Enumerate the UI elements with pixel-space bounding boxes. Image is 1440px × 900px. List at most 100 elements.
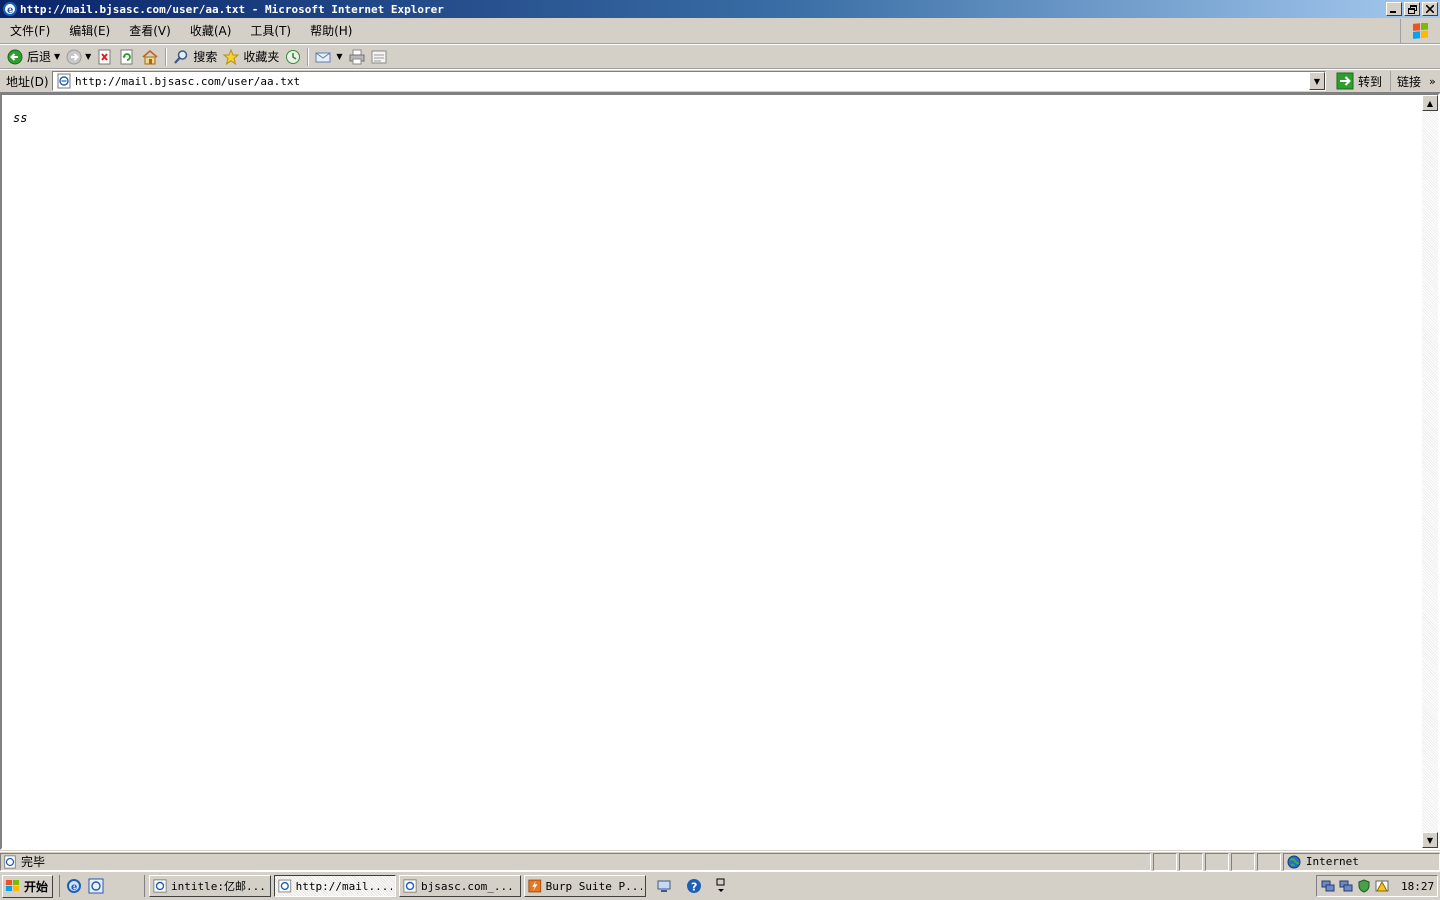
stop-button[interactable] — [94, 46, 116, 68]
task-label: http://mail.... — [295, 879, 393, 893]
globe-icon — [1287, 855, 1301, 868]
ie-icon[interactable]: e — [66, 878, 82, 894]
menu-tools[interactable]: 工具(T) — [240, 21, 300, 41]
network-connection-icon[interactable] — [1339, 879, 1353, 893]
zone-label: Internet — [1305, 855, 1359, 868]
shield-icon[interactable] — [1357, 879, 1371, 893]
network-connection-icon[interactable] — [1321, 879, 1335, 893]
task-button[interactable]: http://mail.... — [274, 875, 397, 897]
go-label: 转到 — [1358, 74, 1383, 89]
home-icon — [142, 49, 158, 64]
go-button[interactable]: 转到 — [1332, 71, 1386, 91]
status-text-panel: 完毕 — [0, 852, 1152, 871]
clock: 18:27 — [1401, 879, 1435, 893]
chevron-right-icon: » — [1429, 74, 1436, 88]
toolbar-separator — [165, 47, 168, 66]
search-label: 搜索 — [193, 50, 218, 64]
task-label: bjsasc.com_... — [421, 879, 514, 893]
security-zone: Internet — [1282, 852, 1440, 871]
scroll-down-button[interactable]: ▼ — [1422, 832, 1438, 848]
menu-help[interactable]: 帮助(H) — [300, 21, 361, 41]
refresh-icon — [120, 49, 133, 64]
page-icon — [57, 73, 71, 89]
standard-toolbar: 后退 ▼ ▼ 搜索 收藏夹 ▼ — [0, 44, 1440, 69]
forward-button[interactable]: ▼ — [63, 46, 94, 68]
start-label: 开始 — [24, 879, 49, 894]
stop-icon — [98, 49, 111, 64]
task-label: intitle:亿邮... — [171, 880, 266, 893]
address-input[interactable] — [75, 73, 1295, 89]
network-icon[interactable] — [656, 878, 672, 894]
status-bar: 完毕 Internet — [0, 851, 1440, 871]
warning-icon[interactable] — [1375, 879, 1389, 893]
address-label: 地址(D) — [6, 74, 49, 89]
help-icon[interactable]: ? — [686, 878, 702, 894]
ie-icon — [153, 879, 167, 893]
history-button[interactable] — [282, 46, 304, 68]
windows-flag-icon — [1412, 22, 1428, 39]
task-button[interactable]: Burp Suite P... — [524, 875, 647, 897]
ie-icon: e — [3, 2, 17, 16]
taskbar: 开始 e intitle:亿邮... http://mail.... bjsas… — [0, 871, 1440, 900]
status-panel — [1256, 852, 1281, 871]
task-label: Burp Suite P... — [545, 879, 643, 893]
task-button[interactable]: bjsasc.com_... — [399, 875, 522, 897]
edit-button[interactable] — [368, 46, 390, 68]
show-desktop-icon[interactable] — [88, 878, 104, 894]
menu-file[interactable]: 文件(F) — [0, 21, 59, 41]
back-dropdown-icon[interactable]: ▼ — [54, 52, 60, 61]
start-button[interactable]: 开始 — [2, 874, 54, 898]
forward-dropdown-icon[interactable]: ▼ — [85, 52, 91, 61]
star-icon — [223, 48, 240, 65]
home-button[interactable] — [138, 46, 162, 68]
restore-button[interactable] — [1404, 2, 1420, 16]
ie-icon — [278, 879, 292, 893]
document-text: ss — [13, 111, 28, 125]
chevron-down-icon: ▼ — [1426, 835, 1434, 845]
page-done-icon — [4, 854, 16, 869]
mail-button[interactable]: ▼ — [312, 46, 345, 68]
edit-page-icon — [371, 50, 387, 63]
svg-text:e: e — [7, 5, 13, 16]
status-panel — [1231, 852, 1255, 871]
vertical-scrollbar[interactable]: ▲ ▼ — [1422, 95, 1438, 848]
address-dropdown-button[interactable]: ▼ — [1309, 72, 1325, 90]
minimize-icon — [1390, 11, 1396, 13]
burp-suite-icon — [528, 879, 542, 893]
favorites-button[interactable]: 收藏夹 — [220, 46, 282, 68]
chevron-down-icon: ▼ — [1313, 76, 1321, 86]
status-panel — [1179, 852, 1204, 871]
quick-launch: e — [59, 875, 104, 897]
close-button[interactable] — [1422, 2, 1438, 16]
back-button[interactable]: 后退 ▼ — [4, 46, 63, 68]
menu-edit[interactable]: 编辑(E) — [59, 21, 119, 41]
menu-bar: 文件(F) 编辑(E) 查看(V) 收藏(A) 工具(T) 帮助(H) — [0, 19, 1440, 44]
task-button[interactable]: intitle:亿邮... — [149, 875, 272, 897]
go-arrow-icon — [1336, 72, 1354, 90]
address-box: ▼ — [52, 71, 1326, 91]
links-button[interactable]: 链接 » — [1390, 71, 1436, 91]
minimize-button[interactable] — [1386, 2, 1402, 16]
toolbar-separator — [307, 47, 310, 66]
mail-icon — [315, 52, 331, 62]
restore-window-icon[interactable] — [716, 878, 726, 894]
task-list: intitle:亿邮... http://mail.... bjsasc.com… — [144, 875, 647, 897]
refresh-button[interactable] — [116, 46, 138, 68]
search-button[interactable]: 搜索 — [170, 46, 220, 68]
close-icon — [1426, 5, 1434, 13]
print-button[interactable] — [346, 46, 368, 68]
menu-view[interactable]: 查看(V) — [119, 21, 180, 41]
ie-icon — [403, 879, 417, 893]
printer-icon — [349, 49, 365, 64]
toolbar-icons: ? — [656, 878, 726, 894]
scroll-up-button[interactable]: ▲ — [1422, 95, 1438, 111]
status-panel — [1205, 852, 1230, 871]
title-bar: e http://mail.bjsasc.com/user/aa.txt - M… — [0, 0, 1440, 18]
windows-logo — [1400, 19, 1440, 44]
address-bar: 地址(D) ▼ 转到 链接 » — [0, 69, 1440, 93]
mail-dropdown-icon[interactable]: ▼ — [336, 52, 342, 61]
status-panel — [1153, 852, 1178, 871]
back-arrow-icon — [7, 49, 23, 64]
menu-favorites[interactable]: 收藏(A) — [180, 21, 241, 41]
system-tray: 18:27 — [1316, 875, 1438, 897]
